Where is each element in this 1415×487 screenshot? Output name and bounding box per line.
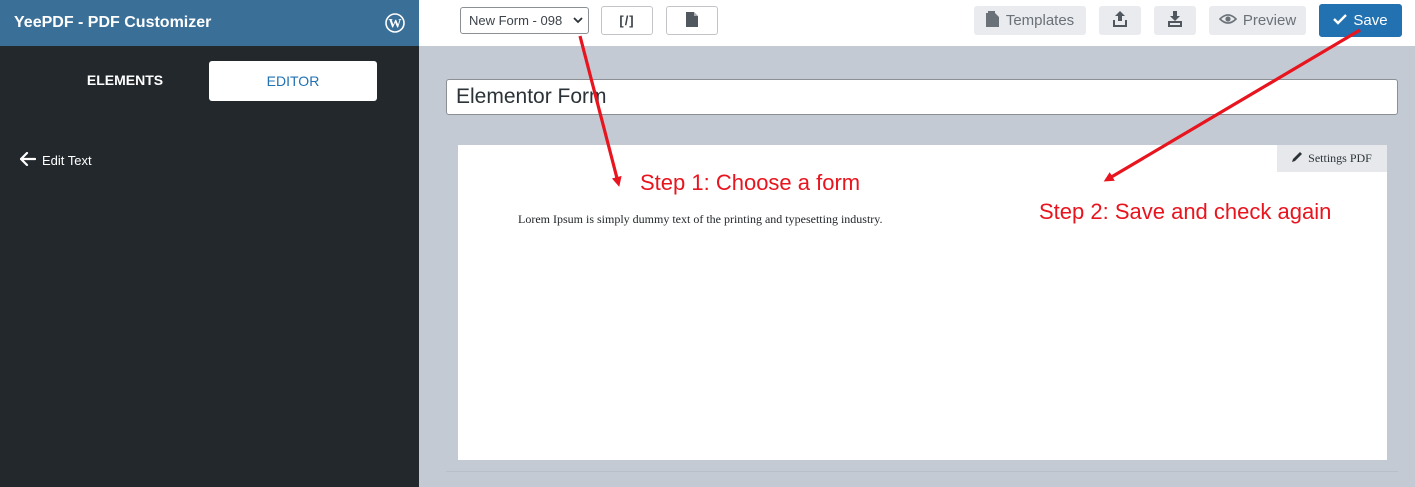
wordpress-icon[interactable]: W xyxy=(385,13,405,33)
shortcode-label: [/] xyxy=(619,13,635,28)
sidebar-tabs: ELEMENTS EDITOR xyxy=(0,46,419,126)
upload-icon xyxy=(1113,10,1127,31)
sidebar-header: YeePDF - PDF Customizer W xyxy=(0,0,419,46)
bottom-divider xyxy=(446,471,1398,472)
svg-text:W: W xyxy=(389,16,402,31)
document-icon xyxy=(686,11,698,30)
annotation-step1: Step 1: Choose a form xyxy=(640,170,861,195)
import-button[interactable] xyxy=(1154,6,1196,35)
arrow-left-icon xyxy=(19,151,37,169)
shortcode-button[interactable]: [/] xyxy=(601,6,653,35)
templates-button[interactable]: Templates xyxy=(974,6,1086,35)
save-label: Save xyxy=(1353,12,1388,29)
top-toolbar: New Form - 098 [/] Templates Preview Sav… xyxy=(419,0,1415,46)
templates-icon xyxy=(985,10,1000,31)
save-button[interactable]: Save xyxy=(1319,4,1402,37)
settings-pdf-label: Settings PDF xyxy=(1308,151,1372,165)
templates-label: Templates xyxy=(1005,12,1075,29)
back-link-label: Edit Text xyxy=(42,153,92,168)
pdf-page-canvas[interactable]: Settings PDF Lorem Ipsum is simply dummy… xyxy=(458,145,1387,460)
back-edit-text-link[interactable]: Edit Text xyxy=(19,151,92,169)
download-icon xyxy=(1168,10,1182,31)
form-select[interactable]: New Form - 098 xyxy=(460,7,589,34)
text-element[interactable]: Lorem Ipsum is simply dummy text of the … xyxy=(518,212,883,227)
preview-label: Preview xyxy=(1242,12,1297,29)
tab-editor[interactable]: EDITOR xyxy=(209,61,377,101)
tab-elements-label: ELEMENTS xyxy=(86,72,164,88)
sidebar: YeePDF - PDF Customizer W ELEMENTS EDITO… xyxy=(0,0,419,487)
form-select-value: New Form - 098 xyxy=(469,13,563,28)
checkmark-icon xyxy=(1333,12,1348,29)
chevron-down-icon xyxy=(570,14,584,29)
settings-pdf-button[interactable]: Settings PDF xyxy=(1277,145,1387,172)
pdf-title-input[interactable]: Elementor Form xyxy=(446,79,1398,115)
app-title: YeePDF - PDF Customizer xyxy=(14,14,212,31)
pencil-icon xyxy=(1292,151,1303,166)
tab-elements[interactable]: ELEMENTS xyxy=(40,60,210,100)
export-button[interactable] xyxy=(1099,6,1141,35)
tab-editor-label: EDITOR xyxy=(266,73,320,89)
pdf-title-value: Elementor Form xyxy=(456,85,607,108)
eye-icon xyxy=(1218,12,1237,29)
preview-button[interactable]: Preview xyxy=(1209,6,1306,35)
document-button[interactable] xyxy=(666,6,718,35)
annotation-step2: Step 2: Save and check again xyxy=(1039,199,1332,224)
